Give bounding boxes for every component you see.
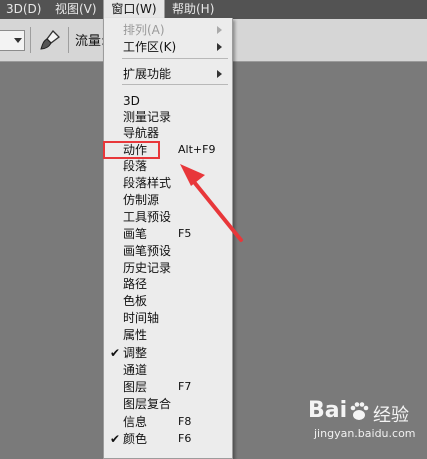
menu-item-shortcut: F5	[178, 227, 192, 240]
menu-item-label: 段落	[123, 159, 148, 173]
flow-label: 流量:	[75, 34, 106, 49]
menu-view[interactable]: 视图(V)	[55, 0, 97, 19]
menu-item-label: 画笔预设	[123, 244, 172, 258]
menu-item[interactable]: 仿制源	[104, 192, 232, 208]
watermark-logo: Bai	[308, 398, 348, 423]
preset-combo[interactable]	[0, 30, 25, 51]
highlight-box	[103, 141, 160, 159]
menu-item[interactable]: 路径	[104, 276, 232, 292]
menu-item-label: 色板	[123, 294, 148, 308]
watermark-url: jingyan.baidu.com	[314, 427, 416, 440]
menu-item[interactable]: 色板	[104, 293, 232, 309]
menu-item[interactable]: 信息 F8	[104, 414, 232, 430]
watermark-cn: 经验	[373, 405, 409, 426]
menu-item-label: 图层	[123, 380, 148, 394]
chevron-right-icon	[217, 43, 222, 51]
brush-icon[interactable]	[38, 28, 62, 52]
menu-bar: 3D(D) 视图(V) 窗口(W) 帮助(H)	[0, 0, 427, 20]
menu-item-label: 3D	[123, 94, 140, 108]
menu-item-label: 调整	[123, 346, 148, 360]
menu-item-label: 属性	[123, 328, 148, 342]
menu-window[interactable]: 窗口(W)	[103, 0, 165, 20]
menu-item[interactable]: 测量记录	[104, 109, 232, 125]
menu-separator	[122, 84, 228, 85]
menu-item-label: 画笔	[123, 227, 148, 241]
check-icon: ✔	[110, 346, 121, 360]
menu-item-label: 图层复合	[123, 397, 172, 411]
menu-item-label: 段落样式	[123, 176, 172, 190]
menu-separator	[122, 58, 228, 59]
menu-item[interactable]: ✔ 调整	[104, 345, 232, 361]
menu-item-label: 信息	[123, 415, 148, 429]
menu-item[interactable]: 段落	[104, 158, 232, 174]
menu-item-shortcut: F8	[178, 415, 192, 428]
menu-item[interactable]: 扩展功能	[104, 66, 232, 82]
menu-item[interactable]: 属性	[104, 327, 232, 343]
window-menu: 排列(A) 工作区(K) 扩展功能 3D 测量记录 导航器 动作 Alt+F9 段落 段落样式 仿制…	[103, 18, 233, 459]
menu-item-shortcut: F6	[178, 432, 192, 445]
menu-item[interactable]: 图层 F7	[104, 379, 232, 395]
menu-help[interactable]: 帮助(H)	[172, 0, 214, 19]
menu-item-label: 仿制源	[123, 193, 160, 207]
menu-item-label: 导航器	[123, 126, 160, 140]
menu-item[interactable]: ✔ 颜色 F6	[104, 431, 232, 447]
menu-item[interactable]: 工具预设	[104, 209, 232, 225]
menu-item: 排列(A)	[104, 22, 232, 38]
divider	[30, 27, 31, 53]
menu-item[interactable]: 画笔 F5	[104, 226, 232, 242]
menu-item-label: 排列(A)	[123, 23, 165, 37]
chevron-right-icon	[217, 70, 222, 78]
menu-item-label: 工具预设	[123, 210, 172, 224]
menu-item-label: 时间轴	[123, 311, 160, 325]
menu-item-label: 工作区(K)	[123, 40, 177, 54]
menu-item[interactable]: 3D	[104, 93, 232, 109]
chevron-right-icon	[217, 26, 222, 34]
check-icon: ✔	[110, 432, 121, 446]
baidu-paw-icon	[350, 402, 369, 420]
menu-item[interactable]: 历史记录	[104, 260, 232, 276]
menu-item-label: 历史记录	[123, 261, 172, 275]
chevron-down-icon	[14, 38, 22, 43]
menu-item-shortcut: Alt+F9	[178, 143, 216, 156]
menu-item[interactable]: 通道	[104, 362, 232, 378]
menu-item-label: 通道	[123, 363, 148, 377]
menu-item[interactable]: 图层复合	[104, 396, 232, 412]
menu-item[interactable]: 导航器	[104, 125, 232, 141]
menu-item[interactable]: 段落样式	[104, 175, 232, 191]
menu-item-label: 扩展功能	[123, 67, 172, 81]
menu-item-shortcut: F7	[178, 380, 192, 393]
watermark: Bai 经验 jingyan.baidu.com	[300, 398, 427, 446]
menu-item-label: 测量记录	[123, 110, 172, 124]
menu-item[interactable]: 工作区(K)	[104, 39, 232, 55]
menu-item[interactable]: 时间轴	[104, 310, 232, 326]
menu-item-label: 颜色	[123, 432, 148, 446]
menu-item[interactable]: 画笔预设	[104, 243, 232, 259]
divider	[68, 27, 69, 53]
menu-3d[interactable]: 3D(D)	[6, 0, 41, 19]
menu-item-label: 路径	[123, 277, 148, 291]
